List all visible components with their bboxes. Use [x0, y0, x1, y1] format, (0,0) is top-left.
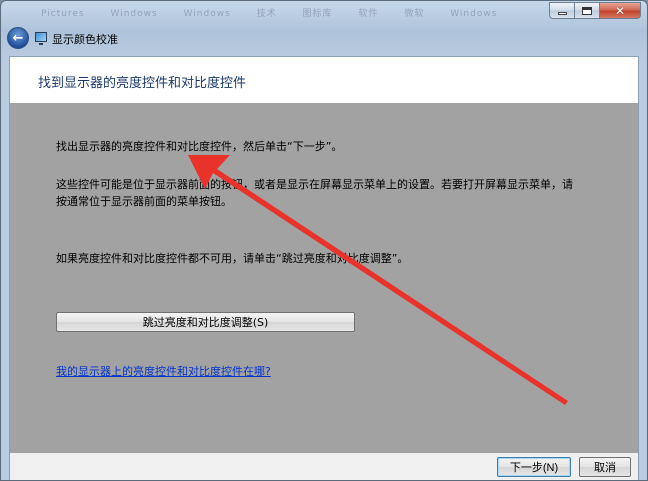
blurred-titlebar: Pictures Windows Windows 技术 图标库 软件 微软 Wi…	[41, 1, 527, 19]
help-link[interactable]: 我的显示器上的亮度控件和对比度控件在哪?	[56, 363, 271, 379]
navigation-bar: ← 显示颜色校准	[1, 23, 647, 53]
description-text: 这些控件可能是位于显示器前面的按钮，或者是显示在屏幕显示菜单上的设置。若要打开屏…	[56, 178, 573, 208]
window-frame: Pictures Windows Windows 技术 图标库 软件 微软 Wi…	[0, 0, 648, 481]
maximize-button[interactable]	[574, 2, 600, 19]
minimize-button[interactable]	[549, 2, 575, 19]
blurred-titlebar-item: Windows	[450, 9, 498, 19]
blurred-titlebar-item: 技术	[256, 9, 277, 19]
button-bar: 下一步(N) 取消	[10, 453, 638, 480]
page-heading: 找到显示器的亮度控件和对比度控件	[38, 76, 247, 91]
cancel-button[interactable]: 取消	[579, 457, 631, 477]
close-button[interactable]: ✕	[599, 2, 641, 19]
close-icon: ✕	[614, 3, 626, 18]
unavailable-note: 如果亮度控件和对比度控件都不可用，请单击“跳过亮度和对比度调整”。	[56, 252, 409, 265]
next-button[interactable]: 下一步(N)	[497, 457, 571, 477]
skip-adjustment-button[interactable]: 跳过亮度和对比度调整(S)	[56, 312, 355, 332]
content-panel: 找到显示器的亮度控件和对比度控件 找出显示器的亮度控件和对比度控件，然后单击“下…	[9, 56, 639, 480]
blurred-titlebar-item: Windows	[110, 9, 158, 19]
blurred-titlebar-item: Windows	[183, 9, 231, 19]
minimize-icon	[557, 12, 567, 15]
window-title: 显示颜色校准	[52, 33, 118, 46]
blurred-titlebar-item: 微软	[404, 9, 425, 19]
maximize-icon	[582, 6, 592, 15]
blurred-titlebar-item: 图标库	[302, 9, 333, 19]
instruction-text: 找出显示器的亮度控件和对比度控件，然后单击“下一步”。	[56, 140, 343, 153]
back-arrow-icon: ←	[12, 30, 24, 46]
caption-buttons: ✕	[549, 2, 641, 19]
blurred-titlebar-item: Pictures	[41, 9, 85, 19]
back-button[interactable]: ←	[7, 27, 29, 49]
blurred-titlebar-item: 软件	[358, 9, 379, 19]
instruction-area: 找出显示器的亮度控件和对比度控件，然后单击“下一步”。 这些控件可能是位于显示器…	[10, 103, 638, 453]
display-monitor-icon	[35, 32, 47, 45]
